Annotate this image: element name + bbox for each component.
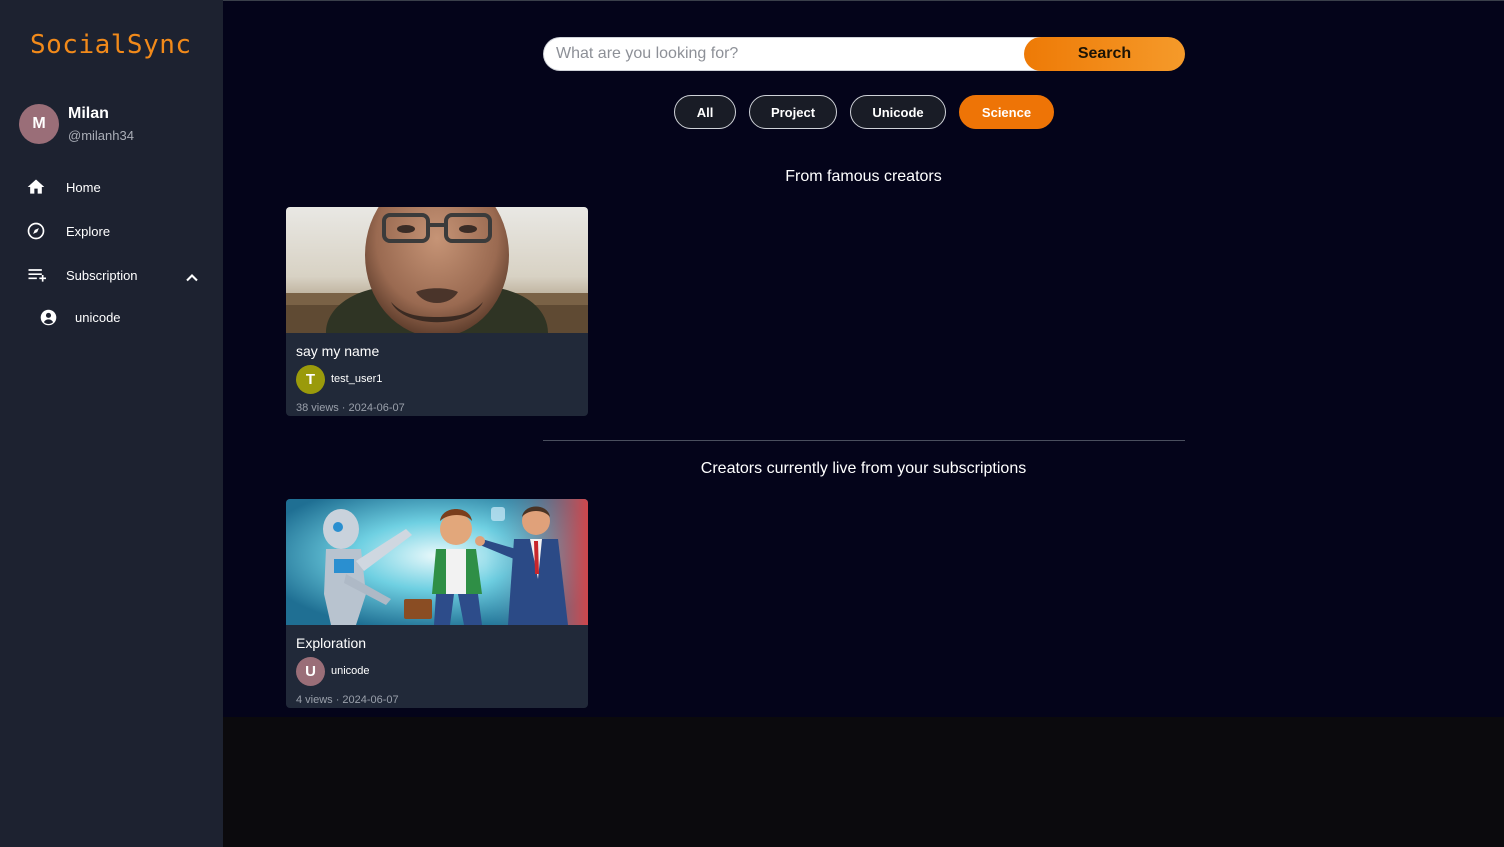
video-thumbnail[interactable] xyxy=(286,207,588,333)
filter-chip-science[interactable]: Science xyxy=(959,95,1054,129)
channel-name[interactable]: test_user1 xyxy=(331,373,382,385)
home-icon xyxy=(27,179,45,194)
sidebar-item-label: Explore xyxy=(66,223,111,239)
filter-chip-unicode[interactable]: Unicode xyxy=(850,95,946,129)
view-count: 4 views xyxy=(296,694,333,706)
sidebar-item-label: unicode xyxy=(75,310,121,325)
video-title[interactable]: say my name xyxy=(296,343,379,359)
section-title-live: Creators currently live from your subscr… xyxy=(700,460,1027,477)
chevron-up-icon[interactable] xyxy=(182,268,202,288)
account-circle-icon xyxy=(40,309,57,326)
search-button[interactable]: Search xyxy=(1024,37,1185,71)
section-title-famous: From famous creators xyxy=(785,168,942,185)
sidebar-item-subscription[interactable]: Subscription xyxy=(26,261,206,289)
meta-separator: · xyxy=(341,402,346,414)
filter-chip-all[interactable]: All xyxy=(674,95,736,129)
empty-footer-area xyxy=(223,717,1504,847)
brand-logo[interactable]: SocialSync xyxy=(30,30,192,60)
video-thumbnail[interactable] xyxy=(286,499,588,625)
subscription-item-unicode[interactable]: unicode xyxy=(40,307,190,329)
main-content: Search All Project Unicode Science From … xyxy=(223,1,1504,717)
sidebar: SocialSync M Milan @milanh34 Home Explor… xyxy=(0,0,223,847)
upload-date: 2024-06-07 xyxy=(348,402,405,414)
video-meta: 38 views · 2024-06-07 xyxy=(296,402,405,414)
avatar[interactable]: T xyxy=(296,365,325,394)
portrait-image xyxy=(286,207,588,333)
sidebar-item-label: Subscription xyxy=(66,267,138,283)
video-card[interactable]: say my name T test_user1 38 views · 2024-0… xyxy=(286,207,588,416)
section-divider xyxy=(543,440,1185,441)
compass-icon xyxy=(27,222,45,240)
profile-handle: @milanh34 xyxy=(68,128,134,143)
video-title[interactable]: Exploration xyxy=(296,635,366,651)
avatar[interactable]: U xyxy=(296,657,325,686)
view-count: 38 views xyxy=(296,402,339,414)
sidebar-item-home[interactable]: Home xyxy=(26,173,206,201)
channel-name[interactable]: unicode xyxy=(331,665,370,677)
filter-chips: All Project Unicode Science xyxy=(223,95,1504,129)
playlist-add-icon xyxy=(28,269,46,282)
filter-chip-project[interactable]: Project xyxy=(749,95,837,129)
search-bar: Search xyxy=(543,37,1185,71)
profile-name: Milan xyxy=(68,105,109,122)
user-profile[interactable]: M Milan @milanh34 xyxy=(19,104,209,144)
meta-separator: · xyxy=(335,694,340,706)
video-card[interactable]: Exploration U unicode 4 views · 2024-06-07 xyxy=(286,499,588,708)
video-meta: 4 views · 2024-06-07 xyxy=(296,694,399,706)
avatar[interactable]: M xyxy=(19,104,59,144)
illustration-image xyxy=(286,499,588,625)
search-input[interactable] xyxy=(543,37,1056,71)
sidebar-item-explore[interactable]: Explore xyxy=(26,217,206,245)
sidebar-item-label: Home xyxy=(66,179,101,195)
upload-date: 2024-06-07 xyxy=(342,694,399,706)
